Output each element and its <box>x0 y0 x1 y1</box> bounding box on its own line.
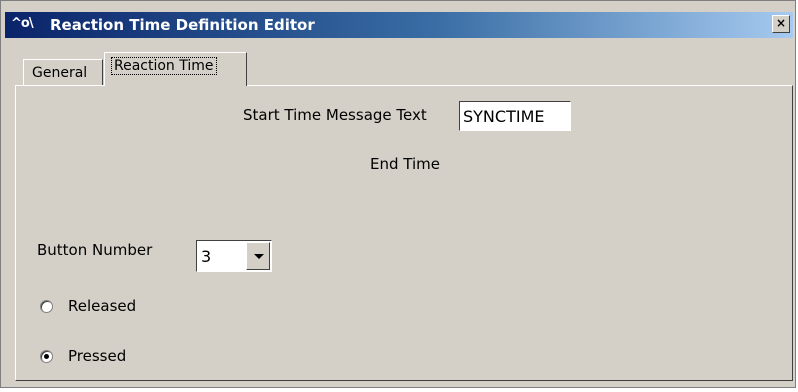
button-number-value: 3 <box>201 247 212 266</box>
close-button[interactable]: × <box>772 15 790 33</box>
close-icon: × <box>775 16 787 30</box>
tab-general[interactable]: General <box>23 59 103 85</box>
tab-reaction-time-label: Reaction Time <box>111 57 217 75</box>
end-time-label: End Time <box>370 155 440 173</box>
start-time-label: Start Time Message Text <box>243 106 427 124</box>
button-number-select[interactable]: 3 <box>196 240 272 272</box>
reaction-time-editor-window: ^o\ Reaction Time Definition Editor × Ge… <box>0 0 796 388</box>
pressed-label: Pressed <box>68 347 127 365</box>
start-time-message-field[interactable] <box>459 101 571 131</box>
pressed-radio[interactable] <box>40 350 53 363</box>
released-radio[interactable] <box>40 300 53 313</box>
released-label: Released <box>68 297 137 315</box>
tab-general-label: General <box>32 65 88 81</box>
title-bar[interactable]: ^o\ Reaction Time Definition Editor × <box>5 12 793 38</box>
tab-panel <box>15 85 793 381</box>
app-icon: ^o\ <box>11 16 34 31</box>
button-number-label: Button Number <box>37 241 153 259</box>
chevron-down-icon[interactable] <box>246 242 270 270</box>
window-title: Reaction Time Definition Editor <box>50 16 315 34</box>
tab-reaction-time[interactable]: Reaction Time <box>104 52 247 86</box>
